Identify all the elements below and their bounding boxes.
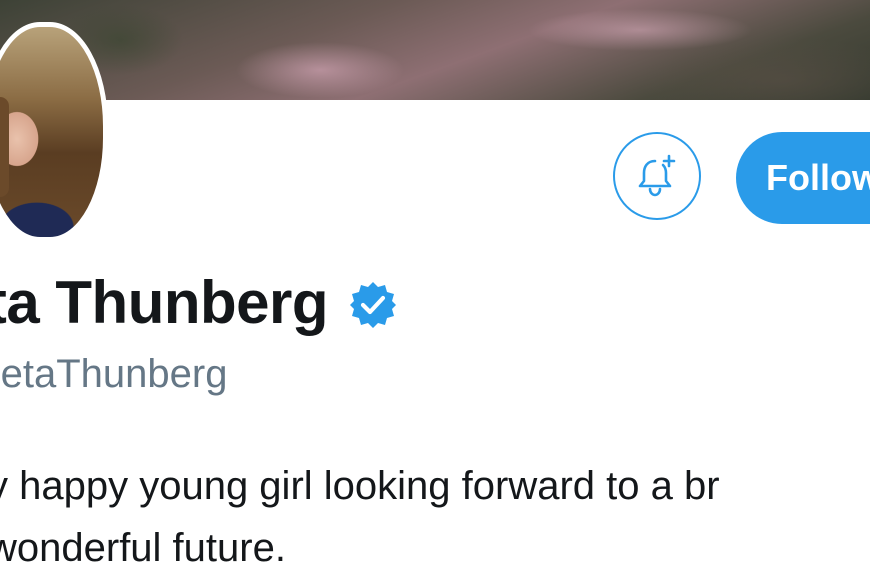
verified-badge-icon: [350, 282, 397, 328]
handle-text: etaThunberg: [0, 352, 228, 396]
bio-line: y happy young girl looking forward to a …: [0, 464, 720, 508]
notifications-button[interactable]: [613, 132, 701, 220]
bio-line: wonderful future.: [0, 526, 286, 570]
display-name: eta Thunberg: [0, 268, 329, 336]
name-row: eta Thunberg: [0, 262, 398, 342]
avatar-hair: [0, 97, 9, 197]
profile-card: Follow eta Thunberg @etaThunberg y happy…: [0, 0, 870, 580]
bell-plus-icon: [638, 154, 676, 197]
handle: @etaThunberg: [0, 352, 227, 397]
profile-banner-image[interactable]: [0, 0, 870, 100]
follow-button[interactable]: Follow: [736, 132, 870, 224]
bio: y happy young girl looking forward to a …: [0, 455, 870, 579]
avatar[interactable]: [0, 22, 108, 242]
